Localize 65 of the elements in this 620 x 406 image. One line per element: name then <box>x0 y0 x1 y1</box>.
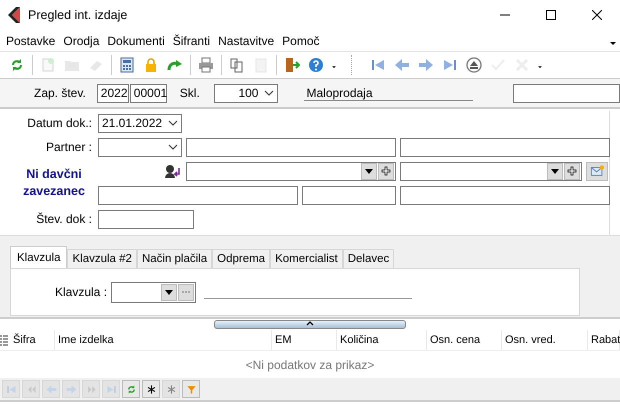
column-chooser-icon[interactable] <box>0 334 8 346</box>
menu-item[interactable]: Dokumenti <box>103 34 169 48</box>
column-header[interactable]: Osn. vred. <box>502 330 588 350</box>
menu-item[interactable]: Nastavitve <box>214 34 278 48</box>
menu-item[interactable]: Orodja <box>59 34 104 48</box>
plus-icon[interactable] <box>381 166 391 176</box>
empty-message: <Ni podatkov za prikaz> <box>246 358 374 372</box>
plus-icon[interactable] <box>567 166 577 176</box>
warehouse-dropdown[interactable]: 100 <box>214 84 278 102</box>
input-field[interactable] <box>98 210 194 228</box>
splitter-handle[interactable] <box>214 320 406 329</box>
date-dropdown[interactable]: 21.01.2022 <box>98 114 182 132</box>
close-icon[interactable] <box>592 10 602 20</box>
field-label: Klavzula : <box>55 285 108 299</box>
menu-item[interactable]: Šifranti <box>168 34 214 48</box>
field-label: Partner : <box>44 140 93 154</box>
input-field[interactable] <box>98 186 298 204</box>
tab[interactable]: Klavzula <box>10 246 68 268</box>
triangle-down-icon[interactable] <box>364 166 374 176</box>
maximize-icon[interactable] <box>546 10 556 20</box>
partner-dropdown[interactable] <box>98 138 182 156</box>
tax-status-label: Ni davčni zavezanec <box>22 166 86 200</box>
tab[interactable]: Način plačila <box>136 249 212 268</box>
dropdown-button[interactable] <box>547 162 563 180</box>
triangle-down-icon[interactable] <box>550 166 560 176</box>
tab[interactable]: Klavzula #2 <box>67 249 137 268</box>
menu-item[interactable]: Postavke <box>2 34 60 48</box>
tab[interactable]: Delavec <box>342 249 394 268</box>
input-field[interactable] <box>186 138 396 156</box>
dropdown-button[interactable] <box>361 162 377 180</box>
field-label: Skl. <box>180 86 200 100</box>
input-field[interactable] <box>400 186 610 204</box>
year-field[interactable]: 2022 <box>96 84 129 102</box>
column-header[interactable]: Ime izdelka <box>55 330 272 350</box>
input-field[interactable] <box>512 84 620 102</box>
field-label: Štev. dok : <box>35 212 93 226</box>
input-field[interactable] <box>302 186 396 204</box>
column-header[interactable]: Količina <box>337 330 427 350</box>
app-logo-icon <box>6 6 22 24</box>
column-header[interactable]: Šifra <box>10 330 55 350</box>
triangle-down-icon[interactable] <box>164 287 174 297</box>
combo-field[interactable] <box>400 162 582 180</box>
warehouse-name: Maloprodaja <box>304 86 473 100</box>
add-button[interactable] <box>564 162 580 180</box>
dropdown-button[interactable] <box>161 284 178 300</box>
input-field[interactable] <box>400 138 610 156</box>
combo-field[interactable] <box>186 162 396 180</box>
column-header[interactable]: Osn. cena <box>427 330 502 350</box>
person-arrow-icon[interactable] <box>164 164 182 178</box>
field-label: Datum dok.: <box>26 116 93 130</box>
add-button[interactable] <box>378 162 394 180</box>
envelope-button[interactable] <box>586 162 608 180</box>
chevron-icon[interactable] <box>168 119 178 127</box>
window-title: Pregled int. izdaje <box>28 8 128 22</box>
field-label: Zap. štev. <box>34 86 86 100</box>
number-field[interactable]: 00001 <box>130 84 167 102</box>
tab[interactable]: Odprema <box>212 249 270 268</box>
menu-item[interactable]: Pomoč <box>278 34 324 48</box>
chevron-icon[interactable] <box>168 143 178 151</box>
clause-dropdown[interactable] <box>111 282 196 302</box>
column-header[interactable]: Rabat <box>588 330 620 350</box>
asterisk-icon[interactable] <box>142 380 160 398</box>
tab[interactable]: Komercialist <box>270 249 343 268</box>
column-header[interactable]: EM <box>272 330 337 350</box>
chevron-icon[interactable] <box>264 89 274 97</box>
